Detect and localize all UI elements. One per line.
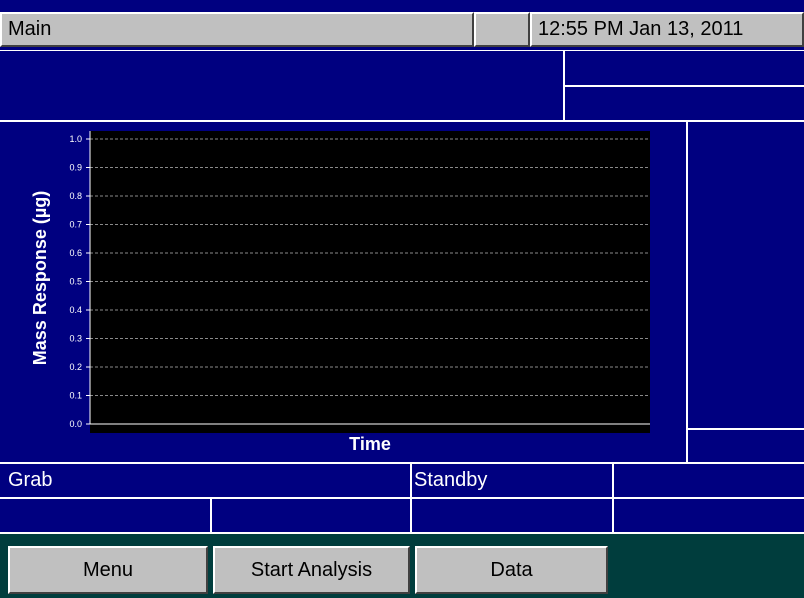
y-axis-label: Mass Response (µg)	[30, 191, 50, 365]
side-panel-divider	[686, 120, 688, 462]
y-tick-label: 0.5	[69, 277, 82, 287]
y-tick-label: 0.0	[69, 419, 82, 429]
status-divider-right	[612, 462, 614, 532]
side-panel-row-divider	[688, 428, 804, 430]
title-bar: Main 12:55 PM Jan 13, 2011	[0, 0, 804, 50]
y-tick-label: 0.3	[69, 334, 82, 344]
instrument-screen: Main 12:55 PM Jan 13, 2011 0.0 0.1 0.2 0.3 0…	[0, 0, 804, 598]
status-divider-left	[210, 499, 212, 532]
info-panel-top-rule	[0, 50, 804, 51]
info-panel	[0, 50, 804, 120]
mass-response-chart: 0.0 0.1 0.2 0.3 0.4 0.5 0.6 0.7 0.8 0.9 1.0 Mass R…	[30, 131, 650, 454]
status-top-rule	[0, 462, 804, 464]
status-divider-mid	[410, 462, 412, 532]
title-blank-field	[474, 12, 530, 47]
y-tick-label: 0.6	[69, 248, 82, 258]
y-tick-label: 0.1	[69, 391, 82, 401]
start-analysis-button[interactable]: Start Analysis	[213, 546, 410, 594]
button-bar: Menu Start Analysis Data	[0, 534, 804, 598]
main-area: 0.0 0.1 0.2 0.3 0.4 0.5 0.6 0.7 0.8 0.9 1.0 Mass R…	[0, 120, 804, 462]
info-panel-row-divider	[565, 85, 804, 87]
menu-button[interactable]: Menu	[8, 546, 208, 594]
y-tick-label: 0.8	[69, 191, 82, 201]
y-tick-label: 0.9	[69, 163, 82, 173]
y-tick-label: 0.4	[69, 305, 82, 315]
status-row-divider	[0, 497, 804, 499]
screen-title: Main	[0, 12, 474, 47]
y-tick-label: 0.2	[69, 362, 82, 372]
y-tick-label: 0.7	[69, 220, 82, 230]
mode-label: Grab	[8, 469, 53, 491]
y-tick-label: 1.0	[69, 134, 82, 144]
data-button[interactable]: Data	[415, 546, 608, 594]
status-area: Grab Standby	[0, 462, 804, 534]
y-tick-labels: 0.0 0.1 0.2 0.3 0.4 0.5 0.6 0.7 0.8 0.9 1.0	[69, 134, 90, 429]
state-label: Standby	[414, 469, 488, 491]
x-axis-label: Time	[349, 434, 391, 454]
datetime-display: 12:55 PM Jan 13, 2011	[530, 12, 804, 47]
